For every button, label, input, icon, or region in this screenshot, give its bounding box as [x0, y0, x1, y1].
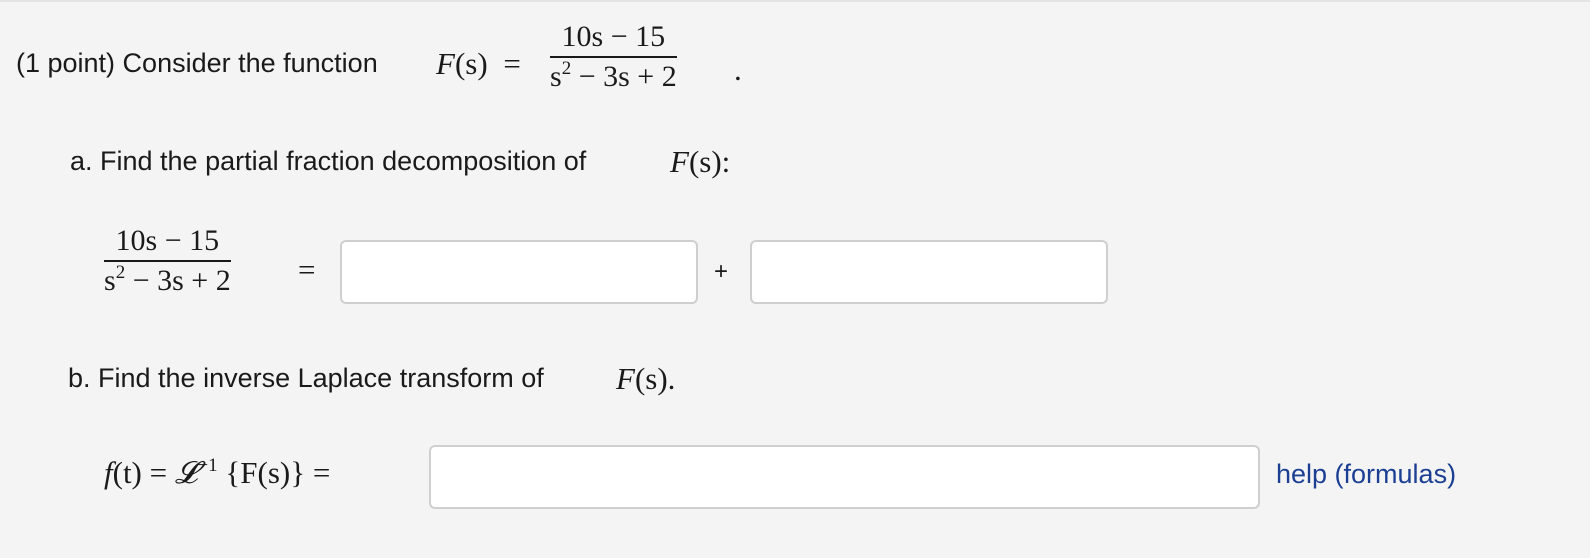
help-formulas-link[interactable]: help (formulas)	[1276, 459, 1456, 490]
laplace-symbol: 𝓛	[174, 455, 198, 490]
part-a-function: F(s):	[670, 144, 731, 179]
fraction-denominator: s2 − 3s + 2	[550, 58, 677, 93]
fraction-denominator: s2 − 3s + 2	[104, 262, 231, 297]
part-b-prompt: b. Find the inverse Laplace transform of	[68, 363, 544, 393]
answer-box-a2[interactable]	[750, 240, 1108, 304]
points-label: (1 point) Consider the function	[16, 48, 378, 78]
plus-sign: +	[714, 258, 729, 285]
fraction-numerator: 10s − 15	[115, 224, 220, 257]
problem-function-lhs: F(s) =	[436, 46, 521, 82]
part-a-prompt: a. Find the partial fraction decompositi…	[70, 146, 587, 176]
part-a-fraction: 10s − 15 s2 − 3s + 2	[104, 224, 231, 298]
function-arg: (s)	[454, 46, 488, 81]
problem-period: .	[734, 52, 742, 87]
problem-intro: (1 point) Consider the function	[16, 48, 378, 79]
part-a-equals: =	[298, 252, 316, 287]
answer-box-b[interactable]	[429, 445, 1260, 509]
fraction-numerator: 10s − 15	[561, 20, 666, 53]
equals-sign: =	[503, 46, 521, 81]
answer-box-a1[interactable]	[340, 240, 698, 304]
part-b-function: F(s).	[616, 361, 676, 396]
problem-fraction: 10s − 15 s2 − 3s + 2	[550, 20, 677, 94]
function-name: F	[436, 46, 455, 81]
inverse-laplace-expression: f(t) = 𝓛−1 {F(s)} =	[104, 455, 331, 490]
